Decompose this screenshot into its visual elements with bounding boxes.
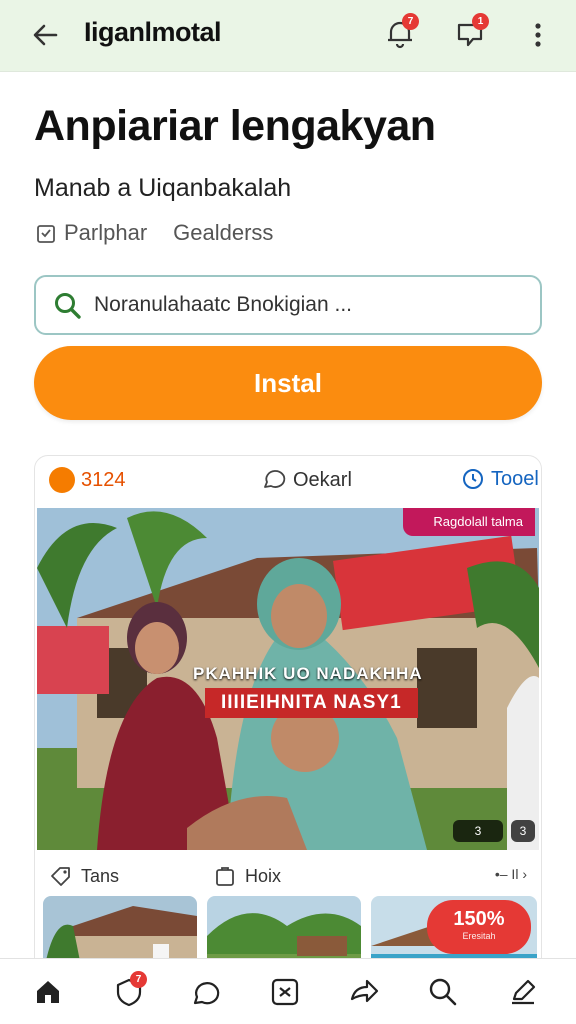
tag-action[interactable]: Tans (49, 864, 119, 888)
nav-badge: 7 (130, 971, 147, 988)
edit-icon[interactable] (506, 975, 540, 1009)
chevron-right-icon: › (522, 866, 527, 882)
comment-label: Oekarl (293, 468, 352, 491)
more-link[interactable]: •– Il › (495, 866, 527, 882)
search-icon[interactable] (426, 975, 460, 1009)
home-icon[interactable] (31, 975, 65, 1009)
tag-icon (51, 867, 70, 886)
promo-badge[interactable]: 150% Eresitah (427, 900, 531, 954)
image-counter-chip[interactable]: 3 (453, 820, 503, 842)
tool-label: Tooel (491, 467, 539, 490)
save-action[interactable]: Hoix (213, 864, 281, 888)
more-link-label: •– Il (494, 866, 519, 882)
top-app-bar: Iiganlmotal 7 1 (0, 0, 576, 72)
share-icon[interactable] (347, 975, 381, 1009)
notifications-button[interactable]: 7 (382, 13, 419, 52)
search-input[interactable]: Noranulahaatc Bnokigian ... (94, 293, 352, 317)
comment-icon (264, 470, 286, 488)
clock-icon (463, 469, 483, 489)
scan-icon[interactable] (268, 975, 302, 1009)
like-count[interactable]: 3124 (49, 467, 126, 493)
more-options-icon[interactable] (528, 20, 548, 50)
tool-action[interactable]: Tooel (461, 467, 539, 491)
bottom-navigation: 7 (0, 958, 576, 1024)
promo-caption: Eresitah (462, 931, 496, 941)
search-icon (55, 293, 81, 319)
message-badge: 1 (472, 13, 489, 30)
page-subtitle: Manab a Uiqanbakalah (34, 174, 292, 202)
clipboard-icon (37, 225, 55, 243)
like-count-value: 3124 (81, 468, 126, 491)
back-arrow-icon[interactable] (28, 18, 62, 52)
save-label: Hoix (245, 865, 282, 886)
bag-icon (216, 867, 234, 886)
nav-shield-button[interactable]: 7 (112, 971, 147, 1009)
meta-category: Parlphar (64, 220, 148, 245)
promo-percent: 150% (453, 908, 505, 930)
card-footer: Tans Hoix •– Il › (35, 858, 541, 894)
meta-status: Gealderss (173, 220, 274, 245)
comment-action[interactable]: Oekarl (261, 467, 352, 493)
card-header: 3124 Oekarl Tooel (35, 456, 541, 506)
notification-badge: 7 (402, 13, 419, 30)
page-title: Anpiariar lengakyan (34, 102, 436, 150)
flame-icon (49, 467, 75, 493)
image-share-chip[interactable]: 3 (511, 820, 535, 842)
hero-tag: Ragdolall talma (403, 508, 535, 536)
image-caption-line2: IIIIEIHNITA NASY1 (205, 688, 418, 718)
app-title: Iiganlmotal (84, 17, 222, 47)
messages-button[interactable]: 1 (452, 13, 489, 52)
post-image[interactable]: Ragdolall talma PKAHHIK UO NADAKHHA IIII… (37, 508, 539, 850)
search-field[interactable]: Noranulahaatc Bnokigian ... (34, 275, 542, 335)
meta-row: Parlphar Gealderss (34, 220, 273, 246)
tag-label: Tans (81, 865, 120, 886)
image-caption-line1: PKAHHIK UO NADAKHHA (193, 664, 423, 683)
post-card: 3124 Oekarl Tooel Ragdolall talma PKAHHI… (34, 455, 542, 975)
install-button[interactable]: Instal (34, 346, 542, 420)
chat-icon[interactable] (189, 975, 223, 1009)
